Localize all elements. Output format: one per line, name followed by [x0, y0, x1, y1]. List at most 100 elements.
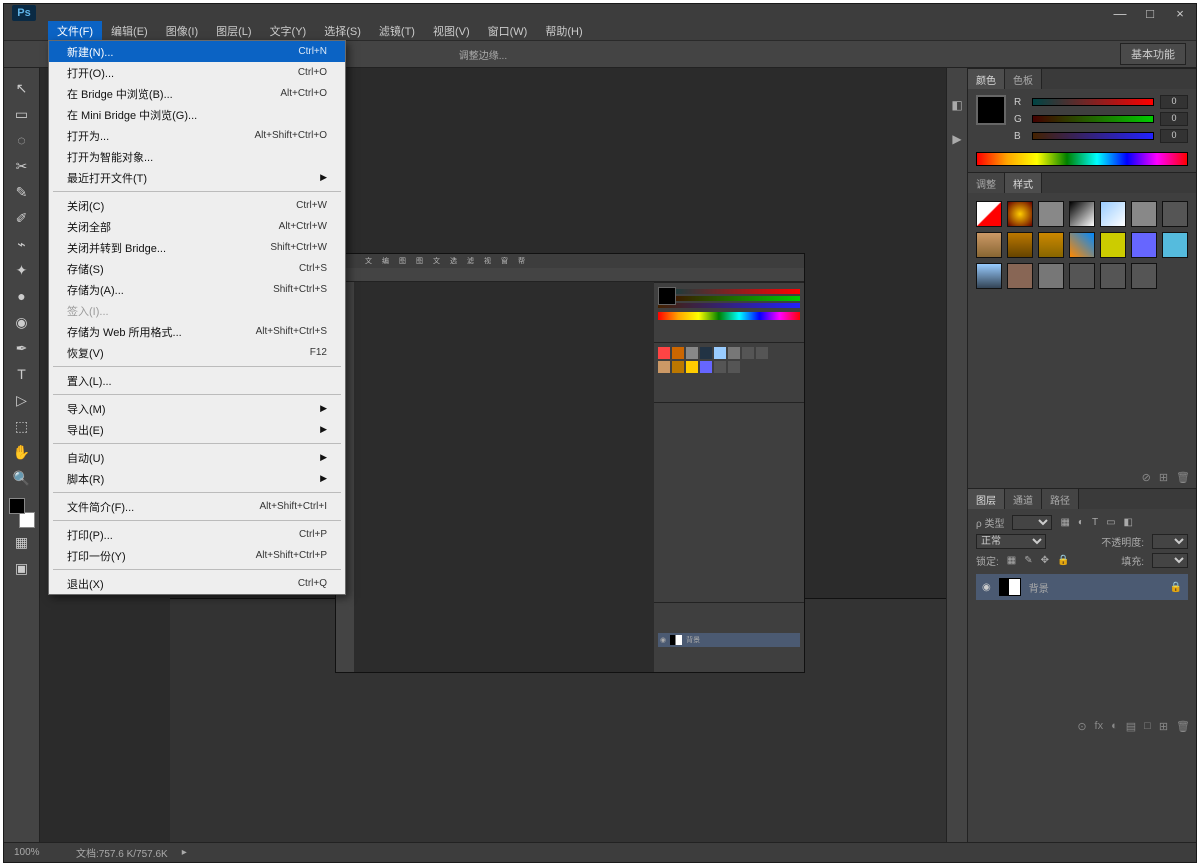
close-button[interactable]: × — [1172, 6, 1188, 21]
menu-4[interactable]: 文字(Y) — [261, 21, 316, 41]
kind-select[interactable] — [1012, 515, 1052, 530]
layer-footer-3[interactable]: ▤ — [1126, 720, 1136, 733]
style-swatch[interactable] — [1100, 263, 1126, 289]
tool-14[interactable]: ✋ — [9, 440, 35, 464]
menu-item[interactable]: 导出(E)▶ — [49, 419, 345, 440]
style-swatch[interactable] — [1007, 201, 1033, 227]
layer-footer-0[interactable]: ⊙ — [1077, 720, 1086, 733]
style-swatch[interactable] — [1131, 232, 1157, 258]
play-icon[interactable]: ▶ — [952, 132, 961, 146]
trash-icon[interactable]: 🗑 — [1176, 471, 1190, 484]
menu-item[interactable]: 最近打开文件(T)▶ — [49, 167, 345, 188]
tool-11[interactable]: T — [9, 362, 35, 386]
fill-select[interactable] — [1152, 553, 1188, 568]
opacity-select[interactable] — [1152, 534, 1188, 549]
menu-item[interactable]: 恢复(V)F12 — [49, 342, 345, 363]
style-swatch[interactable] — [1162, 201, 1188, 227]
menu-item[interactable]: 导入(M)▶ — [49, 398, 345, 419]
style-swatch[interactable] — [1069, 201, 1095, 227]
value-G[interactable]: 0 — [1160, 112, 1188, 126]
blend-select[interactable]: 正常 — [976, 534, 1046, 549]
filter-adj-icon[interactable]: ◐ — [1078, 517, 1084, 528]
layer-footer-2[interactable]: ◐ — [1111, 720, 1118, 733]
menu-0[interactable]: 文件(F) — [48, 21, 102, 41]
menu-item[interactable]: 打印一份(Y)Alt+Shift+Ctrl+P — [49, 545, 345, 566]
style-swatch[interactable] — [1162, 232, 1188, 258]
toolmode-0[interactable]: ▦ — [9, 530, 35, 554]
layer-footer-6[interactable]: 🗑 — [1176, 720, 1190, 733]
menu-item[interactable]: 置入(L)... — [49, 370, 345, 391]
clear-style-icon[interactable]: ⊘ — [1142, 471, 1151, 484]
fg-color[interactable] — [9, 498, 25, 514]
tab-channels[interactable]: 通道 — [1005, 489, 1042, 509]
style-swatch[interactable] — [976, 232, 1002, 258]
history-icon[interactable]: ◧ — [951, 98, 962, 112]
lock-paint-icon[interactable]: ✎ — [1024, 555, 1032, 566]
menu-item[interactable]: 打印(P)...Ctrl+P — [49, 524, 345, 545]
menu-item[interactable]: 关闭(C)Ctrl+W — [49, 195, 345, 216]
menu-item[interactable]: 存储为(A)...Shift+Ctrl+S — [49, 279, 345, 300]
filter-smart-icon[interactable]: ◧ — [1124, 517, 1133, 528]
minimize-button[interactable]: — — [1112, 6, 1128, 21]
menu-item[interactable]: 新建(N)...Ctrl+N — [49, 41, 345, 62]
tab-color[interactable]: 颜色 — [968, 69, 1005, 89]
tab-paths[interactable]: 路径 — [1042, 489, 1079, 509]
maximize-button[interactable]: □ — [1142, 6, 1158, 21]
visibility-icon[interactable]: ◉ — [982, 582, 991, 593]
lock-pos-icon[interactable]: ✥ — [1041, 555, 1049, 566]
menu-8[interactable]: 窗口(W) — [479, 21, 537, 41]
style-swatch[interactable] — [1038, 201, 1064, 227]
dock-collapse-strip[interactable]: ◧ ▶ — [946, 68, 968, 842]
menu-item[interactable]: 在 Bridge 中浏览(B)...Alt+Ctrl+O — [49, 83, 345, 104]
layer-footer-5[interactable]: ⊞ — [1159, 720, 1168, 733]
tool-6[interactable]: ⌁ — [9, 232, 35, 256]
menu-item[interactable]: 关闭全部Alt+Ctrl+W — [49, 216, 345, 237]
tab-adjust[interactable]: 调整 — [968, 173, 1005, 193]
style-swatch[interactable] — [1007, 232, 1033, 258]
menu-item[interactable]: 关闭并转到 Bridge...Shift+Ctrl+W — [49, 237, 345, 258]
style-swatch[interactable] — [1069, 263, 1095, 289]
slider-B[interactable] — [1032, 132, 1154, 140]
layer-item-background[interactable]: ◉ 背景 🔒 — [976, 574, 1188, 600]
tool-4[interactable]: ✎ — [9, 180, 35, 204]
tool-5[interactable]: ✐ — [9, 206, 35, 230]
layer-footer-4[interactable]: □ — [1144, 720, 1151, 733]
layer-footer-1[interactable]: fx — [1095, 720, 1104, 733]
tool-12[interactable]: ▷ — [9, 388, 35, 412]
style-swatch[interactable] — [1131, 263, 1157, 289]
menu-item[interactable]: 退出(X)Ctrl+Q — [49, 573, 345, 594]
slider-R[interactable] — [1032, 98, 1154, 106]
workspace-switcher[interactable]: 基本功能 — [1120, 43, 1186, 65]
lock-all-icon[interactable]: 🔒 — [1057, 555, 1069, 566]
style-swatch[interactable] — [976, 201, 1002, 227]
bg-color[interactable] — [19, 512, 35, 528]
tab-swatches[interactable]: 色板 — [1005, 69, 1042, 89]
menu-9[interactable]: 帮助(H) — [536, 21, 591, 41]
style-swatch[interactable] — [1007, 263, 1033, 289]
menu-item[interactable]: 存储为 Web 所用格式...Alt+Shift+Ctrl+S — [49, 321, 345, 342]
lock-trans-icon[interactable]: ▦ — [1007, 555, 1016, 566]
tool-0[interactable]: ↖ — [9, 76, 35, 100]
menu-item[interactable]: 打开为...Alt+Shift+Ctrl+O — [49, 125, 345, 146]
status-arrow-icon[interactable]: ▸ — [182, 847, 187, 858]
menu-5[interactable]: 选择(S) — [315, 21, 370, 41]
menu-item[interactable]: 自动(U)▶ — [49, 447, 345, 468]
filter-img-icon[interactable]: ▦ — [1060, 517, 1069, 528]
toolmode-1[interactable]: ▣ — [9, 556, 35, 580]
tool-10[interactable]: ✒ — [9, 336, 35, 360]
tool-7[interactable]: ✦ — [9, 258, 35, 282]
new-style-icon[interactable]: ⊞ — [1159, 471, 1168, 484]
menu-1[interactable]: 编辑(E) — [102, 21, 157, 41]
tab-styles[interactable]: 样式 — [1005, 173, 1042, 193]
tool-13[interactable]: ⬚ — [9, 414, 35, 438]
style-swatch[interactable] — [1100, 232, 1126, 258]
style-swatch[interactable] — [1038, 232, 1064, 258]
zoom-level[interactable]: 100% — [14, 847, 62, 858]
menu-item[interactable]: 存储(S)Ctrl+S — [49, 258, 345, 279]
slider-G[interactable] — [1032, 115, 1154, 123]
filter-shape-icon[interactable]: ▭ — [1106, 517, 1115, 528]
tool-8[interactable]: ● — [9, 284, 35, 308]
menu-6[interactable]: 滤镜(T) — [370, 21, 424, 41]
tab-layers[interactable]: 图层 — [968, 489, 1005, 509]
value-R[interactable]: 0 — [1160, 95, 1188, 109]
